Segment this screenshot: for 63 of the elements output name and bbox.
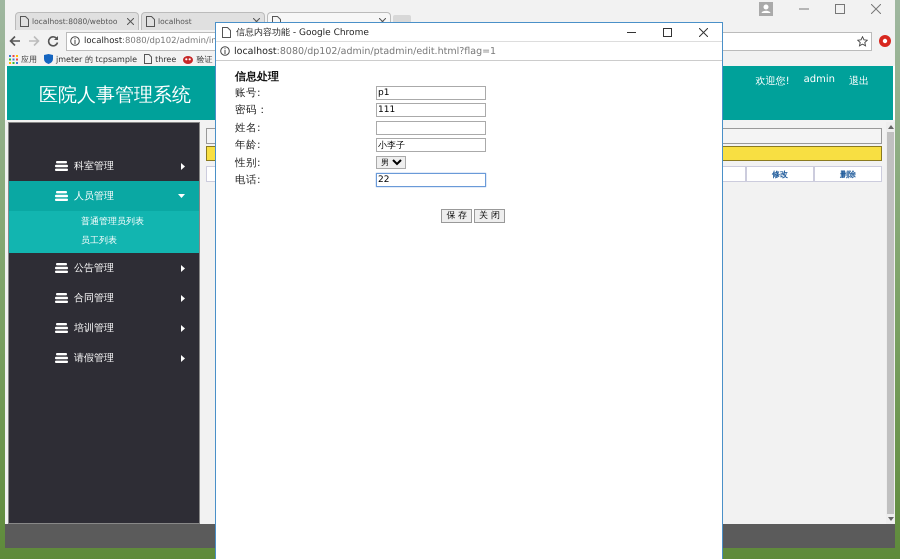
stack-icon <box>55 263 68 273</box>
form-heading: 信息处理 <box>235 69 280 84</box>
page-icon <box>144 54 152 64</box>
close-icon[interactable] <box>699 28 708 36</box>
sidebar-item[interactable]: 培训管理 <box>9 313 199 343</box>
input-field[interactable]: p1 <box>376 86 486 100</box>
page-icon <box>146 16 155 27</box>
input-field[interactable]: 22 <box>376 173 486 188</box>
field-label: 年龄: <box>235 138 262 152</box>
info-icon <box>70 36 80 46</box>
info-icon <box>220 46 230 56</box>
input-field[interactable]: 111 <box>376 103 486 118</box>
field-label: 性别: <box>235 156 262 170</box>
sidebar-item[interactable]: 请假管理 <box>9 343 199 373</box>
caret-right-icon <box>181 294 185 302</box>
table-action-link[interactable]: 删除 <box>814 166 882 182</box>
field-label: 姓名: <box>235 120 262 135</box>
scroll-thumb[interactable] <box>887 132 894 514</box>
url-text: localhost:8080/dp102/admin/ptadmin/edit.html?flag=1 <box>234 46 496 56</box>
url-text: localhost:8080/dp102/admin/in <box>84 36 217 46</box>
sidebar-item[interactable]: 合同管理 <box>9 283 199 313</box>
maximize-icon[interactable] <box>663 28 672 36</box>
stack-icon <box>55 353 68 363</box>
table-action-link[interactable]: 修改 <box>746 166 814 182</box>
field-label: 账号: <box>235 86 262 100</box>
reload-icon[interactable] <box>47 35 59 47</box>
form-button[interactable]: 关 闭 <box>474 209 505 223</box>
bookmark[interactable]: 验证 <box>183 54 212 64</box>
welcome-text: 欢迎您! <box>756 74 790 88</box>
form-button[interactable]: 保 存 <box>441 209 472 223</box>
caret-down-icon <box>178 194 185 198</box>
apps-grid-icon <box>9 54 18 64</box>
input-field[interactable]: 小李子 <box>376 138 486 152</box>
page-icon <box>20 16 29 27</box>
scroll-down-icon[interactable] <box>888 517 894 521</box>
star-icon[interactable] <box>857 36 868 46</box>
bug-icon <box>183 54 194 64</box>
bookmark[interactable]: 应用 <box>9 54 37 64</box>
sidebar-item[interactable]: 公告管理 <box>9 253 199 283</box>
caret-right-icon <box>181 162 185 170</box>
scrollbar[interactable] <box>886 122 895 524</box>
page-icon <box>222 26 231 38</box>
input-field[interactable] <box>376 120 486 135</box>
bookmark[interactable]: three <box>144 54 176 64</box>
field-label: 电话: <box>235 173 262 188</box>
address-bar[interactable]: localhost:8080/dp102/admin/ptadmin/edit.html?flag=1 <box>216 42 722 61</box>
shield-icon <box>44 54 53 64</box>
bookmark[interactable]: jmeter 的 tcpsample <box>44 54 138 64</box>
stack-icon <box>55 191 68 201</box>
back-arrow-icon[interactable] <box>9 35 21 47</box>
gender-select[interactable]: 男 <box>376 156 406 170</box>
extension-icon[interactable] <box>879 35 891 47</box>
stack-icon <box>55 323 68 333</box>
field-label: 密码： <box>235 103 269 118</box>
close-icon[interactable] <box>127 18 134 25</box>
caret-right-icon <box>181 324 185 332</box>
scroll-up-icon[interactable] <box>888 125 894 129</box>
stack-icon <box>55 293 68 303</box>
caret-right-icon <box>181 354 185 362</box>
caret-right-icon <box>181 264 185 272</box>
sidebar-item[interactable]: 科室管理 <box>9 151 199 181</box>
stack-icon <box>55 161 68 171</box>
system-title: 医院人事管理系统 <box>39 83 191 108</box>
